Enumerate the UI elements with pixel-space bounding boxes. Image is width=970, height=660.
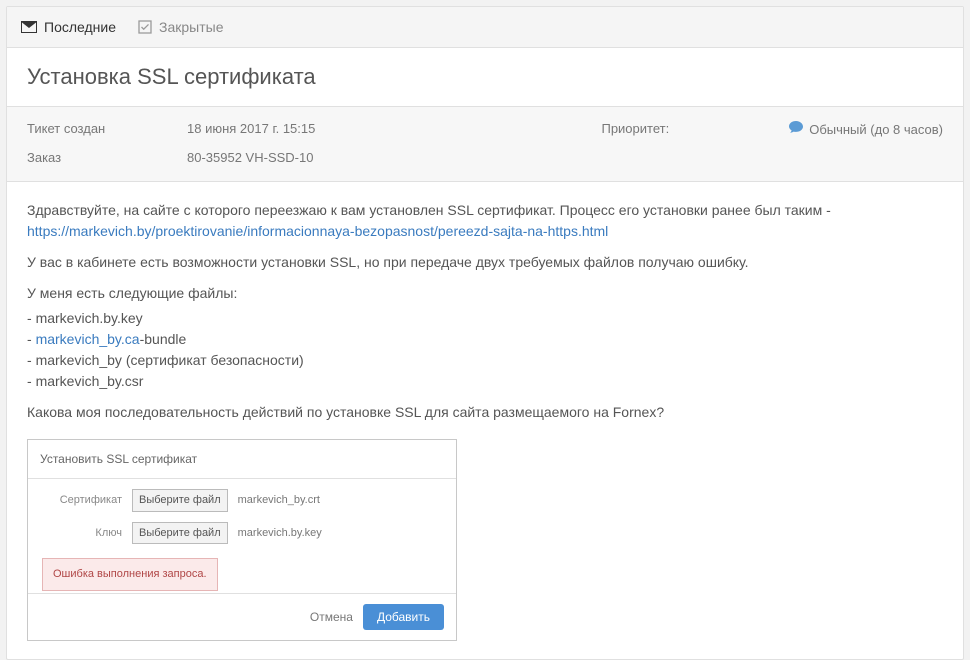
ssl-modal-screenshot: Установить SSL сертификат Сертификат Выб… bbox=[27, 439, 457, 641]
list-item: - markevich_by.ca-bundle bbox=[27, 329, 943, 350]
list-item: - markevich_by.csr bbox=[27, 371, 943, 392]
tabs-bar: Последние Закрытые bbox=[7, 7, 963, 48]
modal-footer: Отмена Добавить bbox=[28, 593, 456, 640]
list-item: - markevich_by (сертификат безопасности) bbox=[27, 350, 943, 371]
error-message: Ошибка выполнения запроса. bbox=[42, 558, 218, 591]
page-title: Установка SSL сертификата bbox=[27, 64, 943, 90]
ticket-header: Установка SSL сертификата bbox=[7, 48, 963, 107]
intro-paragraph: Здравствуйте, на сайте с которого переез… bbox=[27, 200, 943, 242]
choose-file-button[interactable]: Выберите файл bbox=[132, 522, 228, 545]
ticket-panel: Последние Закрытые Установка SSL сертифи… bbox=[6, 6, 964, 660]
created-label: Тикет создан bbox=[27, 121, 187, 136]
cert-label: Сертификат bbox=[42, 492, 122, 509]
question-text: Какова моя последовательность действий п… bbox=[27, 402, 943, 423]
meta-left: Тикет создан 18 июня 2017 г. 15:15 Заказ… bbox=[27, 121, 315, 165]
order-label: Заказ bbox=[27, 150, 187, 165]
check-square-icon bbox=[138, 20, 152, 34]
tab-closed[interactable]: Закрытые bbox=[138, 19, 223, 35]
meta-right: Приоритет: Обычный (до 8 часов) bbox=[601, 121, 943, 165]
process-link[interactable]: https://markevich.by/proektirovanie/info… bbox=[27, 223, 608, 239]
tab-recent-label: Последние bbox=[44, 19, 116, 35]
files-intro: У меня есть следующие файлы: bbox=[27, 283, 943, 304]
order-value: 80-35952 VH-SSD-10 bbox=[187, 150, 315, 165]
envelope-icon bbox=[21, 21, 37, 33]
modal-title: Установить SSL сертификат bbox=[28, 440, 456, 479]
form-row-cert: Сертификат Выберите файл markevich_by.cr… bbox=[42, 489, 442, 512]
choose-file-button[interactable]: Выберите файл bbox=[132, 489, 228, 512]
priority-value: Обычный (до 8 часов) bbox=[789, 121, 943, 137]
submit-button[interactable]: Добавить bbox=[363, 604, 444, 630]
chat-icon bbox=[789, 121, 803, 137]
cancel-button[interactable]: Отмена bbox=[310, 608, 353, 626]
form-row-key: Ключ Выберите файл markevich.by.key bbox=[42, 522, 442, 545]
ticket-body: Здравствуйте, на сайте с которого переез… bbox=[7, 182, 963, 659]
created-value: 18 июня 2017 г. 15:15 bbox=[187, 121, 315, 136]
list-item: - markevich.by.key bbox=[27, 308, 943, 329]
tab-recent[interactable]: Последние bbox=[21, 19, 116, 35]
tab-closed-label: Закрытые bbox=[159, 19, 223, 35]
file-list: - markevich.by.key - markevich_by.ca-bun… bbox=[27, 308, 943, 392]
file-link[interactable]: markevich_by.ca bbox=[36, 331, 140, 347]
cert-filename: markevich_by.crt bbox=[238, 492, 320, 509]
intro-text: Здравствуйте, на сайте с которого переез… bbox=[27, 202, 831, 218]
modal-body: Сертификат Выберите файл markevich_by.cr… bbox=[28, 479, 456, 593]
key-filename: markevich.by.key bbox=[238, 525, 322, 542]
key-label: Ключ bbox=[42, 525, 122, 542]
priority-label: Приоритет: bbox=[601, 121, 669, 136]
error-description: У вас в кабинете есть возможности устано… bbox=[27, 252, 943, 273]
priority-text: Обычный (до 8 часов) bbox=[809, 122, 943, 137]
ticket-meta: Тикет создан 18 июня 2017 г. 15:15 Заказ… bbox=[7, 107, 963, 182]
